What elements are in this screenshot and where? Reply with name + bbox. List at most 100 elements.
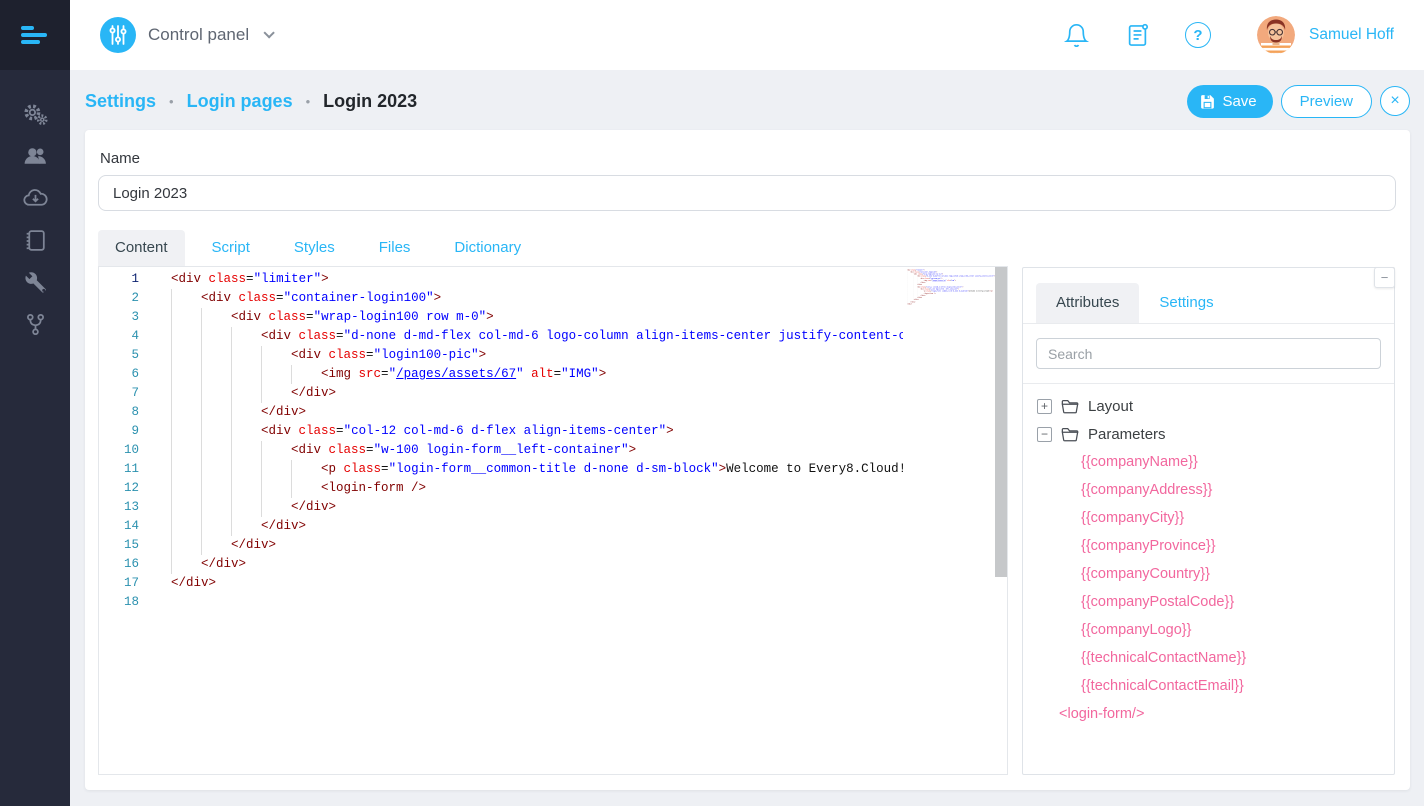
code-line[interactable]: </div> [171,498,903,517]
code-line[interactable] [171,593,903,612]
close-button[interactable]: × [1380,86,1410,116]
code-line[interactable]: <div class="container-login100"> [171,289,903,308]
panel-tab-settings[interactable]: Settings [1139,283,1233,323]
parameter-item[interactable]: {{technicalContactName}} [1037,644,1394,672]
code-line[interactable]: <div class="limiter"> [171,270,903,289]
help-button[interactable]: ? [1185,22,1211,48]
line-number[interactable]: 9 [99,422,161,441]
tab-content[interactable]: Content [98,230,185,266]
menu-button[interactable] [0,0,70,70]
panel-tab-attributes[interactable]: Attributes [1036,283,1139,323]
sidebar-item-settings[interactable] [0,93,70,135]
parameter-item[interactable]: {{companyProvince}} [1037,532,1394,560]
line-number[interactable]: 1 [99,270,161,289]
expand-toggle-icon[interactable]: + [1037,399,1052,414]
line-number[interactable]: 6 [99,365,161,384]
sidebar-item-tools[interactable] [0,261,70,303]
avatar[interactable] [1257,16,1295,54]
code-line[interactable]: </div> [171,384,903,403]
page-title: Login 2023 [323,91,417,112]
search-input[interactable] [1036,338,1381,369]
sidebar-item-downloads[interactable] [0,177,70,219]
editor-scrollbar[interactable] [995,267,1008,577]
code-content[interactable]: <div class="limiter"><div class="contain… [171,270,903,612]
parameter-item[interactable]: {{technicalContactEmail}} [1037,672,1394,700]
attributes-tree: +Layout−Parameters{{companyName}}{{compa… [1023,384,1394,728]
code-line[interactable] [907,305,995,307]
notifications-button[interactable] [1063,22,1090,49]
breadcrumb-separator: • [306,94,311,109]
code-line[interactable]: <img src="/pages/assets/67" alt="IMG"> [171,365,903,384]
code-line[interactable]: <div class="wrap-login100 row m-0"> [171,308,903,327]
line-numbers-gutter[interactable]: 123456789101112131415161718 [99,270,161,612]
code-line[interactable]: </div> [171,536,903,555]
parameter-item[interactable]: {{companyName}} [1037,448,1394,476]
hamburger-icon [21,26,34,30]
page-bar: Settings • Login pages • Login 2023 Save… [85,83,1410,119]
line-number[interactable]: 14 [99,517,161,536]
sidebar-item-journal[interactable] [0,219,70,261]
tab-script[interactable]: Script [195,230,267,266]
panel-tabs: AttributesSettings [1023,283,1394,324]
line-number[interactable]: 3 [99,308,161,327]
code-editor[interactable]: 123456789101112131415161718 <div class="… [98,266,1008,775]
tree-item-login-form[interactable]: <login-form/> [1037,700,1394,728]
sidebar-item-users[interactable] [0,135,70,177]
code-line[interactable]: <p class="login-form__common-title d-non… [171,460,903,479]
tab-styles[interactable]: Styles [277,230,352,266]
bell-icon [1063,22,1090,49]
line-number[interactable]: 2 [99,289,161,308]
code-line[interactable]: </div> [171,574,903,593]
code-line[interactable]: <login-form /> [171,479,903,498]
parameter-item[interactable]: {{companyAddress}} [1037,476,1394,504]
tree-folder-parameters[interactable]: − Parameters [1037,420,1394,448]
line-number[interactable]: 4 [99,327,161,346]
parameter-item[interactable]: {{companyLogo}} [1037,616,1394,644]
tab-files[interactable]: Files [362,230,428,266]
save-button[interactable]: Save [1187,85,1272,118]
breadcrumb-link-login-pages[interactable]: Login pages [187,91,293,112]
line-number[interactable]: 5 [99,346,161,365]
sidebar-item-versions[interactable] [0,303,70,345]
header: Control panel ? [70,0,1424,70]
line-number[interactable]: 13 [99,498,161,517]
line-number[interactable]: 12 [99,479,161,498]
app-title: Control panel [148,25,249,45]
parameter-item[interactable]: {{companyCountry}} [1037,560,1394,588]
folder-label: Parameters [1088,426,1166,443]
minimap[interactable]: <div class="limiter"><div class="contain… [907,269,995,772]
journal-icon [22,227,49,254]
preview-button[interactable]: Preview [1281,85,1372,118]
parameter-item[interactable]: {{companyCity}} [1037,504,1394,532]
code-line[interactable]: </div> [171,403,903,422]
line-number[interactable]: 17 [99,574,161,593]
folder-icon [1061,427,1079,442]
minimize-panel-button[interactable]: − [1374,267,1395,288]
line-number[interactable]: 8 [99,403,161,422]
code-line[interactable]: <div class="w-100 login-form__left-conta… [171,441,903,460]
user-name[interactable]: Samuel Hoff [1309,26,1394,44]
tree-folder-layout[interactable]: +Layout [1037,392,1394,420]
docs-button[interactable] [1124,22,1151,49]
chevron-down-icon [264,27,275,38]
breadcrumb-link-settings[interactable]: Settings [85,91,156,112]
settings-gears-icon [22,101,49,128]
tab-dictionary[interactable]: Dictionary [437,230,538,266]
code-line[interactable]: <div class="col-12 col-md-6 d-flex align… [171,422,903,441]
name-input[interactable] [98,175,1396,211]
line-number[interactable]: 7 [99,384,161,403]
line-number[interactable]: 16 [99,555,161,574]
line-number[interactable]: 10 [99,441,161,460]
code-line[interactable]: <div class="d-none d-md-flex col-md-6 lo… [171,327,903,346]
collapse-toggle-icon[interactable]: − [1037,427,1052,442]
parameter-item[interactable]: {{companyPostalCode}} [1037,588,1394,616]
code-line[interactable]: <div class="login100-pic"> [171,346,903,365]
code-line[interactable]: </div> [171,517,903,536]
code-line[interactable]: </div> [171,555,903,574]
app-switcher[interactable]: Control panel [100,17,271,53]
line-number[interactable]: 15 [99,536,161,555]
sidebar-nav [0,70,70,345]
line-number[interactable]: 11 [99,460,161,479]
code-content[interactable]: <div class="limiter"><div class="contain… [907,269,995,307]
line-number[interactable]: 18 [99,593,161,612]
